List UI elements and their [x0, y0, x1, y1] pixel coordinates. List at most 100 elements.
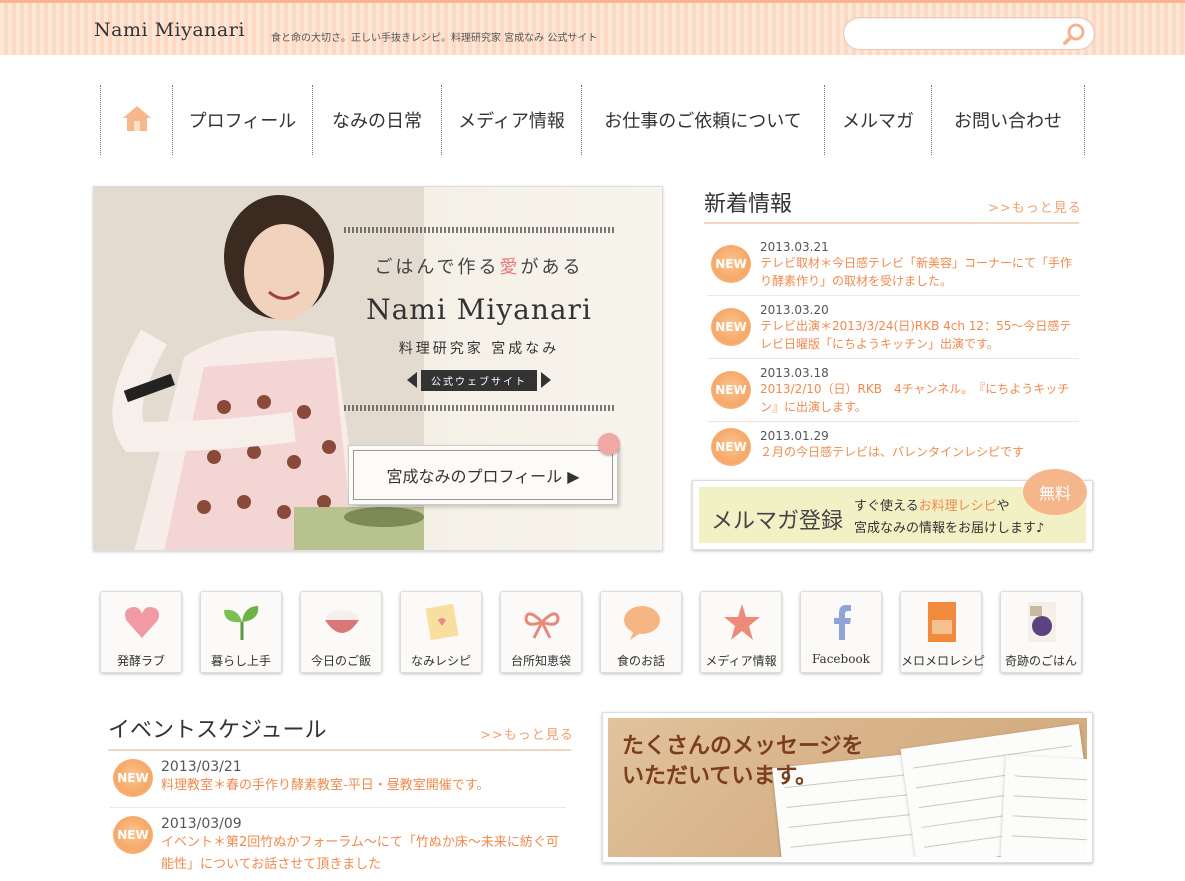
- new-badge: NEW: [711, 308, 751, 346]
- speech-bubble-icon: [622, 602, 662, 642]
- mm-text: 宮成なみの情報をお届けします♪: [854, 521, 1045, 536]
- book-icon: [922, 602, 962, 642]
- nav-mail-magazine[interactable]: メルマガ: [825, 85, 932, 155]
- nav-media[interactable]: メディア情報: [442, 85, 582, 155]
- event-date: 2013/03/21: [161, 759, 242, 775]
- search-icon[interactable]: [1062, 22, 1086, 46]
- news-text[interactable]: テレビ取材＊今日感テレビ「新美容」コーナーにて「手作り酵素作り」の取材を受けまし…: [760, 254, 1079, 290]
- event-item[interactable]: NEW 2013/03/21 料理教室＊春の手作り酵素教室-平日・昼教室開催です…: [110, 757, 566, 808]
- recipe-card-icon: [422, 602, 462, 642]
- news-text[interactable]: ２月の今日感テレビは、バレンタインレシピです: [760, 443, 1079, 461]
- tile-label: Facebook: [812, 652, 870, 666]
- news-date: 2013.03.18: [760, 366, 829, 380]
- catch-text: ごはんで作る: [374, 257, 500, 278]
- nav-daily[interactable]: なみの日常: [313, 85, 442, 155]
- tile-label: 奇跡のごはん: [1004, 654, 1077, 668]
- new-badge: NEW: [711, 428, 751, 466]
- news-date: 2013.01.29: [760, 429, 829, 443]
- new-badge: NEW: [113, 816, 153, 854]
- tile-todays-meal[interactable]: 今日のご飯: [300, 591, 382, 673]
- rice-bowl-icon: [322, 602, 362, 642]
- event-date: 2013/03/09: [161, 816, 242, 832]
- new-badge: NEW: [113, 759, 153, 797]
- tile-food-talk[interactable]: 食のお話: [600, 591, 682, 673]
- catch-text: がある: [520, 257, 584, 278]
- search-box: [843, 17, 1095, 50]
- tile-label: 今日のご飯: [310, 654, 371, 668]
- events-list: NEW 2013/03/21 料理教室＊春の手作り酵素教室-平日・昼教室開催です…: [110, 757, 566, 878]
- tile-label: メロメロレシピ: [901, 654, 986, 668]
- ribbon-icon: [522, 602, 562, 642]
- tile-nami-recipe[interactable]: なみレシピ: [400, 591, 482, 673]
- site-logo[interactable]: Nami Miyanari: [94, 19, 245, 41]
- news-date: 2013.03.21: [760, 240, 829, 254]
- tile-lifestyle[interactable]: 暮らし上手: [200, 591, 282, 673]
- news-list: NEW 2013.03.21 テレビ取材＊今日感テレビ「新美容」コーナーにて「手…: [707, 233, 1079, 466]
- new-badge: NEW: [711, 371, 751, 409]
- news-date: 2013.03.20: [760, 303, 829, 317]
- event-text[interactable]: イベント＊第2回竹ぬかフォーラム～にて「竹ぬか床～未来に紡ぐ可能性」についてお話…: [161, 832, 566, 876]
- tile-label: 暮らし上手: [210, 654, 271, 668]
- new-badge: NEW: [711, 245, 751, 283]
- search-input[interactable]: [858, 25, 1058, 43]
- nav-home[interactable]: [101, 85, 173, 155]
- tile-media[interactable]: メディア情報: [700, 591, 782, 673]
- hero-banner: ごはんで作る愛がある Nami Miyanari 料理研究家 宮成なみ 公式ウェ…: [93, 186, 663, 551]
- nav-label: メルマガ: [842, 111, 914, 132]
- tile-label: 台所知恵袋: [510, 654, 571, 668]
- messages-banner-image: たくさんのメッセージを いただいています。: [608, 718, 1087, 857]
- news-item[interactable]: NEW 2013.03.20 テレビ出演＊2013/3/24(日)RKB 4ch…: [707, 296, 1079, 359]
- tile-label: メディア情報: [705, 654, 777, 668]
- mail-magazine-description: すぐ使えるお料理レシピや 宮成なみの情報をお届けします♪: [854, 496, 1044, 540]
- tile-label: 食のお話: [616, 654, 665, 668]
- nav-profile[interactable]: プロフィール: [173, 85, 313, 155]
- category-tiles: 発酵ラブ 暮らし上手 今日のご飯 なみレシピ 台所知恵袋 食のお話 メディア情報…: [100, 591, 1100, 673]
- dotted-divider: [344, 227, 614, 233]
- facebook-icon: [822, 602, 862, 642]
- event-item[interactable]: NEW 2013/03/09 イベント＊第2回竹ぬかフォーラム～にて「竹ぬか床～…: [110, 808, 566, 878]
- nav-label: なみの日常: [332, 111, 422, 132]
- tile-meromero-recipe[interactable]: メロメロレシピ: [900, 591, 986, 673]
- messages-banner[interactable]: たくさんのメッセージを いただいています。: [602, 712, 1093, 863]
- profile-button-label: 宮成なみのプロフィール ▶: [386, 467, 580, 486]
- mm-text: すぐ使える: [854, 499, 919, 514]
- news-item[interactable]: NEW 2013.03.21 テレビ取材＊今日感テレビ「新美容」コーナーにて「手…: [707, 233, 1079, 296]
- pushpin-icon: [598, 433, 620, 455]
- mm-highlight: お料理レシピ: [918, 499, 997, 514]
- site-header: Nami Miyanari 食と命の大切さ。正しい手抜きレシピ。料理研究家 宮成…: [0, 0, 1185, 55]
- global-nav: プロフィール なみの日常 メディア情報 お仕事のご依頼について メルマガ お問い…: [100, 85, 1085, 155]
- tile-facebook[interactable]: Facebook: [800, 591, 882, 673]
- tile-fermentation[interactable]: 発酵ラブ: [100, 591, 182, 673]
- messages-line: いただいています。: [622, 764, 818, 789]
- nav-contact[interactable]: お問い合わせ: [932, 85, 1085, 155]
- leaf-icon: [222, 602, 262, 642]
- hero-subtitle: 料理研究家 宮成なみ: [398, 341, 560, 357]
- nav-work-request[interactable]: お仕事のご依頼について: [582, 85, 825, 155]
- home-icon: [120, 103, 154, 138]
- official-site-ribbon: 公式ウェブサイト: [407, 370, 551, 391]
- star-icon: [722, 602, 762, 642]
- nav-label: プロフィール: [188, 111, 297, 132]
- news-divider: [704, 222, 1079, 224]
- tile-miracle-meal[interactable]: 奇跡のごはん: [1000, 591, 1082, 673]
- news-more-link[interactable]: >>もっと見る: [988, 197, 1082, 216]
- tile-kitchen-tips[interactable]: 台所知恵袋: [500, 591, 582, 673]
- news-item[interactable]: NEW 2013.03.18 2013/2/10（日）RKB 4チャンネル。 『…: [707, 359, 1079, 422]
- events-divider: [108, 749, 571, 751]
- dotted-divider: [344, 405, 614, 411]
- event-text[interactable]: 料理教室＊春の手作り酵素教室-平日・昼教室開催です。: [161, 775, 566, 797]
- tile-label: なみレシピ: [410, 654, 471, 668]
- questionnaire-paper: [1000, 754, 1087, 857]
- profile-button[interactable]: 宮成なみのプロフィール ▶: [348, 445, 618, 505]
- news-item[interactable]: NEW 2013.01.29 ２月の今日感テレビは、バレンタインレシピです: [707, 422, 1079, 466]
- heart-icon: [122, 602, 162, 642]
- events-more-link[interactable]: >>もっと見る: [480, 724, 574, 743]
- news-heading: 新着情報: [704, 192, 793, 217]
- mail-magazine-title: メルマガ登録: [711, 509, 844, 534]
- mail-magazine-banner[interactable]: メルマガ登録 すぐ使えるお料理レシピや 宮成なみの情報をお届けします♪ 無料: [692, 469, 1093, 550]
- hero-catchphrase: ごはんで作る愛がある: [344, 253, 614, 279]
- news-text[interactable]: テレビ出演＊2013/3/24(日)RKB 4ch 12：55～今日感テレビ日曜…: [760, 317, 1079, 353]
- mm-text: や: [996, 499, 1010, 514]
- news-text[interactable]: 2013/2/10（日）RKB 4チャンネル。 『にちようキッチン』に出演します…: [760, 380, 1079, 416]
- site-tagline: 食と命の大切さ。正しい手抜きレシピ。料理研究家 宮成なみ 公式サイト: [271, 33, 598, 44]
